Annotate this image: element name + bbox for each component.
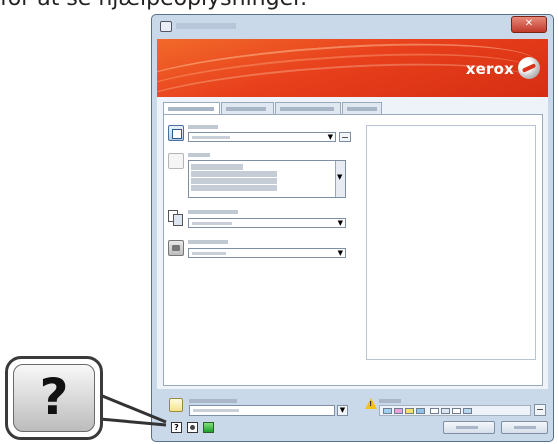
window-title <box>176 23 236 29</box>
tab-content: ▼ ▼ ▼ ▼ <box>163 114 543 386</box>
status-icon-strip <box>379 405 531 416</box>
chevron-down-icon: ▼ <box>327 133 333 141</box>
preview-pane <box>366 125 536 360</box>
close-icon: ✕ <box>524 18 534 29</box>
settings-panel: ▼ ▼ ▼ ▼ <box>157 97 548 389</box>
help-callout-button: ? <box>13 364 95 432</box>
title-bar: ✕ <box>152 15 553 39</box>
cancel-button[interactable] <box>501 421 548 434</box>
help-button[interactable]: ? <box>171 422 182 433</box>
job-type-list[interactable]: ▼ <box>188 160 346 198</box>
print-properties-window: ✕ xerox ▼ ▼ ▼ ▼ ▼ ! ? <box>151 14 554 442</box>
section-label <box>188 125 218 129</box>
document-icon <box>168 153 184 169</box>
ok-button[interactable] <box>443 421 495 434</box>
warning-mark: ! <box>369 400 373 408</box>
chevron-down-icon: ▼ <box>337 173 343 181</box>
status-more-button[interactable] <box>534 404 546 416</box>
callout-pointer <box>100 393 167 427</box>
xerox-banner: xerox <box>157 39 548 97</box>
xerox-logo-icon <box>518 57 540 79</box>
question-mark-icon: ? <box>39 368 69 426</box>
status-icon <box>405 408 414 414</box>
section-label <box>188 153 210 157</box>
status-icon <box>394 408 403 414</box>
help-callout: ? <box>5 356 103 440</box>
output-icon <box>168 240 184 256</box>
section-label <box>188 240 228 244</box>
eco-settings-button[interactable] <box>203 422 214 433</box>
status-icon <box>416 408 425 414</box>
footer-dropdown[interactable] <box>189 405 335 416</box>
chevron-down-icon[interactable]: ▼ <box>337 405 348 416</box>
status-icon <box>430 408 439 414</box>
list-scrollbar[interactable]: ▼ <box>335 161 345 197</box>
saved-settings-dropdown[interactable]: ▼ <box>188 132 336 142</box>
2-sided-dropdown[interactable]: ▼ <box>188 218 346 228</box>
close-button[interactable]: ✕ <box>511 16 547 33</box>
status-icon <box>452 408 461 414</box>
2-sided-icon <box>168 210 184 226</box>
output-dropdown[interactable]: ▼ <box>188 248 346 258</box>
chevron-down-icon: ▼ <box>337 219 343 227</box>
status-icon <box>383 408 392 414</box>
status-label <box>379 399 401 403</box>
chevron-down-icon: ▼ <box>337 249 343 257</box>
xerox-wordmark: xerox <box>465 60 514 78</box>
status-icon <box>463 408 472 414</box>
caption-text: for at se hjælpeoplysninger. <box>0 0 307 11</box>
dialog-footer: ▼ ! ? <box>157 389 548 439</box>
tab-advanced[interactable] <box>342 102 382 114</box>
saved-settings-more-button[interactable] <box>339 132 351 142</box>
info-button[interactable] <box>187 422 198 433</box>
tab-document-options[interactable] <box>275 102 341 114</box>
tab-image-options[interactable] <box>221 102 274 114</box>
printer-icon <box>160 21 172 32</box>
save-icon <box>168 125 184 141</box>
status-icon <box>441 408 450 414</box>
footer-label <box>189 399 237 403</box>
section-label <box>188 210 238 214</box>
